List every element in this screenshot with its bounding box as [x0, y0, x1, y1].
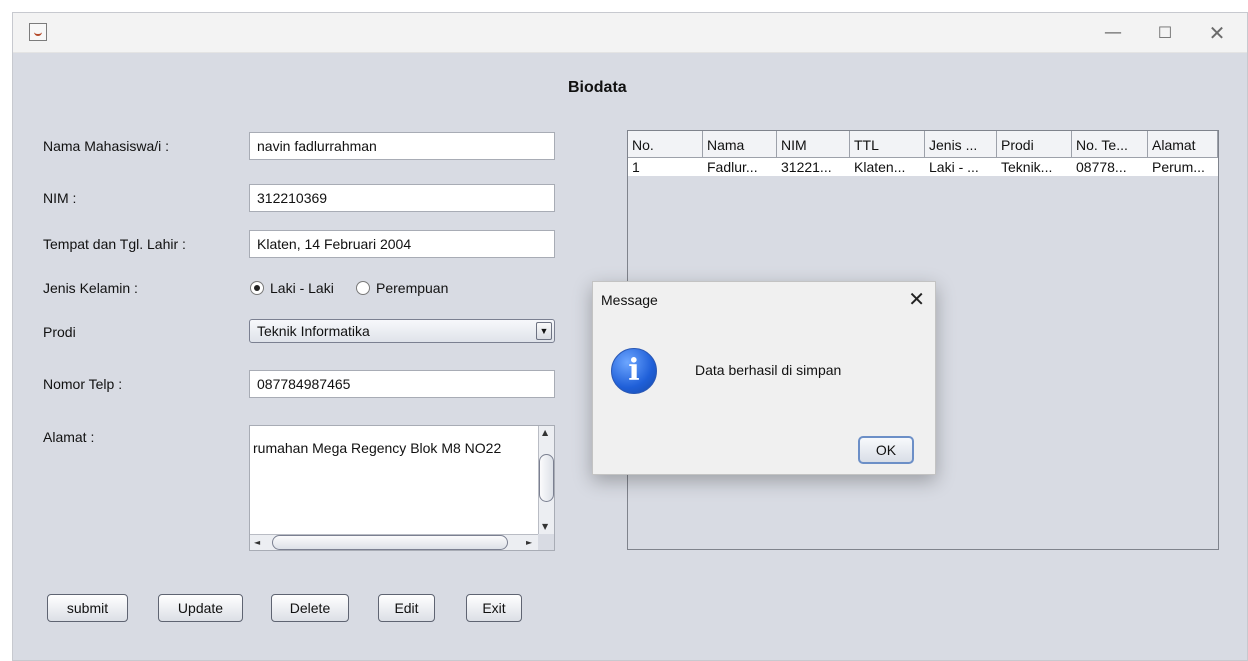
radio-perempuan-label: Perempuan — [376, 280, 449, 296]
dropdown-arrow-icon[interactable]: ▼ — [536, 322, 552, 340]
table-cell: Klaten... — [854, 159, 906, 175]
alamat-text: rumahan Mega Regency Blok M8 NO22 — [253, 440, 502, 456]
column-header[interactable]: Prodi — [997, 131, 1072, 158]
table-cell: 08778... — [1076, 159, 1127, 175]
table-cell: Perum... — [1152, 159, 1205, 175]
title-bar: — ☐ ✕ — [13, 13, 1247, 53]
horizontal-scrollbar[interactable]: ◄ ► — [250, 534, 540, 550]
page-title: Biodata — [568, 79, 627, 96]
delete-button[interactable]: Delete — [271, 594, 349, 622]
jenis-kelamin-label: Jenis Kelamin : — [43, 280, 138, 296]
prodi-selected-value: Teknik Informatika — [257, 323, 370, 339]
message-dialog: Message ✕ i Data berhasil di simpan OK — [592, 281, 936, 475]
column-header[interactable]: No. Te... — [1072, 131, 1148, 158]
column-header[interactable]: No. — [628, 131, 703, 158]
table-header: No. Nama NIM TTL Jenis ... Prodi No. Te.… — [628, 131, 1218, 158]
scroll-right-icon[interactable]: ► — [526, 538, 532, 547]
alamat-label: Alamat : — [43, 429, 95, 445]
minimize-icon[interactable]: — — [1101, 21, 1125, 45]
radio-checked-icon — [250, 281, 264, 295]
update-button[interactable]: Update — [158, 594, 243, 622]
prodi-dropdown[interactable]: Teknik Informatika ▼ — [249, 319, 555, 343]
dialog-title: Message — [601, 292, 658, 308]
scroll-left-icon[interactable]: ◄ — [254, 538, 260, 547]
scroll-down-icon[interactable]: ▼ — [542, 522, 548, 531]
radio-unchecked-icon — [356, 281, 370, 295]
vertical-scroll-thumb[interactable] — [539, 454, 554, 502]
ttl-field[interactable]: Klaten, 14 Februari 2004 — [249, 230, 555, 258]
nim-field[interactable]: 312210369 — [249, 184, 555, 212]
vertical-scrollbar[interactable]: ▲ ▼ — [538, 426, 554, 534]
telp-field[interactable]: 087784987465 — [249, 370, 555, 398]
close-icon[interactable]: ✕ — [1205, 21, 1229, 45]
radio-perempuan[interactable]: Perempuan — [356, 280, 448, 296]
column-header[interactable]: NIM — [777, 131, 850, 158]
info-icon: i — [611, 348, 657, 394]
telp-label: Nomor Telp : — [43, 376, 123, 392]
ok-button[interactable]: OK — [858, 436, 914, 464]
scroll-up-icon[interactable]: ▲ — [542, 428, 548, 437]
dialog-message: Data berhasil di simpan — [695, 362, 842, 378]
radio-laki-laki-label: Laki - Laki — [270, 280, 334, 296]
nama-field[interactable]: navin fadlurrahman — [249, 132, 555, 160]
table-cell: Fadlur... — [707, 159, 758, 175]
table-cell: 31221... — [781, 159, 832, 175]
nim-label: NIM : — [43, 190, 77, 206]
column-header[interactable]: Alamat — [1148, 131, 1218, 158]
edit-button[interactable]: Edit — [378, 594, 435, 622]
nama-label: Nama Mahasiswa/i : — [43, 138, 170, 154]
alamat-textarea[interactable]: rumahan Mega Regency Blok M8 NO22 ▲ ▼ ◄ … — [249, 425, 555, 551]
table-cell: Laki - ... — [929, 159, 979, 175]
submit-button[interactable]: submit — [47, 594, 128, 622]
horizontal-scroll-thumb[interactable] — [272, 535, 508, 550]
column-header[interactable]: Jenis ... — [925, 131, 997, 158]
ttl-label: Tempat dan Tgl. Lahir : — [43, 236, 186, 252]
table-cell: Teknik... — [1001, 159, 1053, 175]
radio-laki-laki[interactable]: Laki - Laki — [250, 280, 334, 296]
column-header[interactable]: TTL — [850, 131, 925, 158]
prodi-label: Prodi — [43, 324, 76, 340]
column-header[interactable]: Nama — [703, 131, 777, 158]
table-row[interactable]: 1 Fadlur... 31221... Klaten... Laki - ..… — [628, 158, 1218, 176]
dialog-close-icon[interactable]: ✕ — [908, 287, 925, 311]
app-window: — ☐ ✕ Biodata Nama Mahasiswa/i : navin f… — [12, 12, 1248, 661]
java-app-icon — [29, 23, 47, 41]
exit-button[interactable]: Exit — [466, 594, 522, 622]
scroll-corner — [538, 534, 554, 550]
maximize-icon[interactable]: ☐ — [1153, 21, 1177, 45]
table-cell: 1 — [632, 159, 640, 175]
